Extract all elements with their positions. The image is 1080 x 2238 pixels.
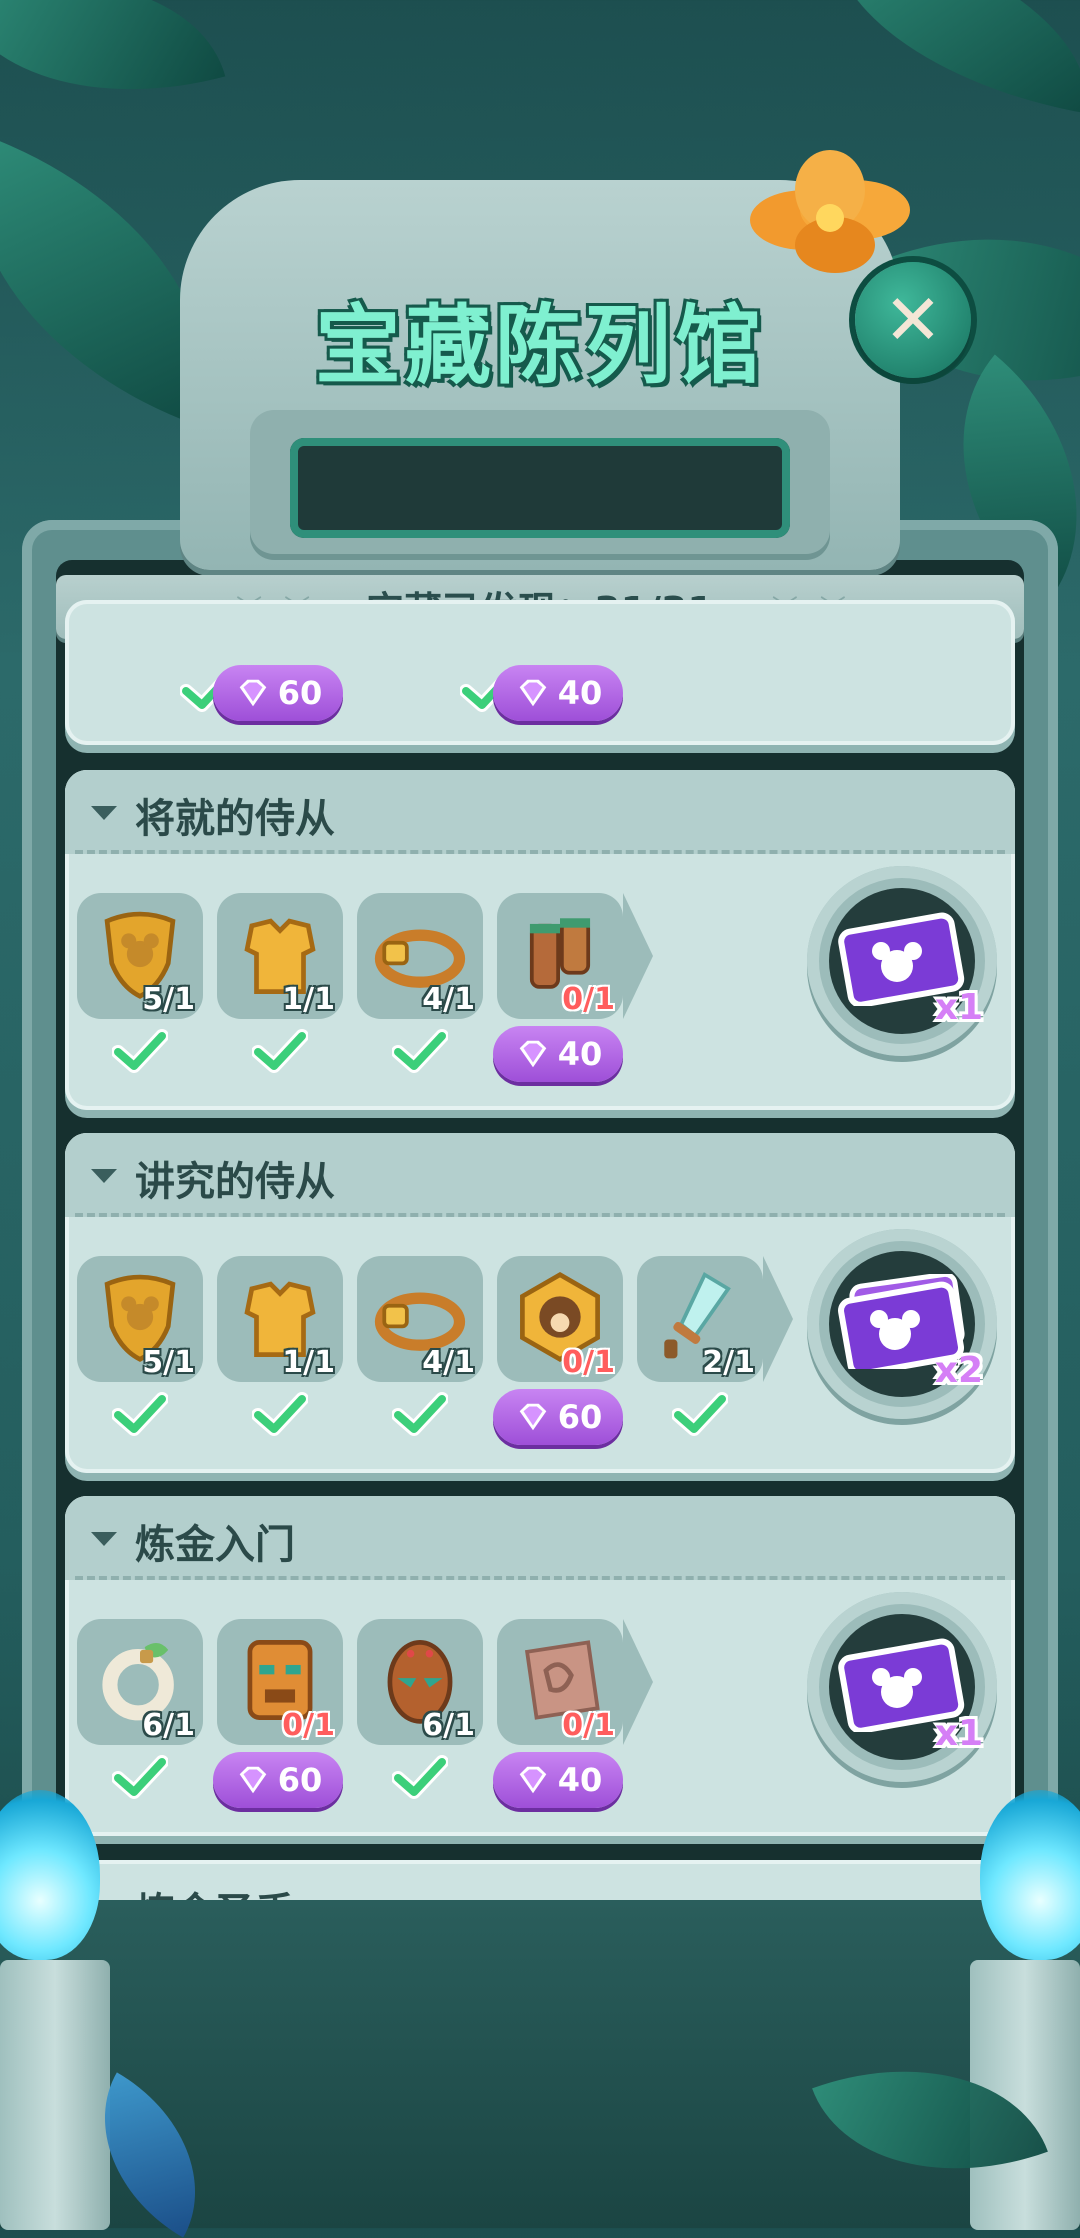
gem-icon bbox=[519, 679, 547, 707]
item-slot-belt[interactable]: 4/1 bbox=[357, 1256, 483, 1382]
item-slot-shield[interactable]: 5/1 bbox=[77, 893, 203, 1019]
collection-card-partial: 60 40 bbox=[65, 600, 1015, 745]
gem-cost: 40 bbox=[557, 674, 603, 712]
item-count: 0/1 bbox=[282, 1708, 335, 1743]
item-count: 2/1 bbox=[702, 1345, 755, 1380]
collection-card: 讲究的侍从 5/1 1/1 4/1 0/1 2/1 60 x2 bbox=[65, 1133, 1015, 1473]
buy-with-gems-button[interactable]: 60 bbox=[213, 1752, 343, 1808]
card-header[interactable]: 炼金入门 bbox=[65, 1496, 1015, 1580]
check-icon bbox=[110, 1026, 170, 1076]
card-title: 炼金入门 bbox=[135, 1522, 295, 1568]
gem-cost: 40 bbox=[557, 1035, 603, 1073]
item-count: 6/1 bbox=[142, 1708, 195, 1743]
buy-with-gems-button[interactable]: 40 bbox=[493, 1026, 623, 1082]
item-count: 4/1 bbox=[422, 982, 475, 1017]
item-count: 5/1 bbox=[142, 982, 195, 1017]
item-slot-totem-mask[interactable]: 0/1 bbox=[217, 1619, 343, 1745]
row-arrow-tip bbox=[763, 1256, 793, 1382]
item-count: 0/1 bbox=[562, 1345, 615, 1380]
chevron-down-icon bbox=[91, 806, 117, 820]
item-slot-belt[interactable]: 4/1 bbox=[357, 893, 483, 1019]
item-count: 0/1 bbox=[562, 982, 615, 1017]
check-icon bbox=[390, 1389, 450, 1439]
item-slot-shield[interactable]: 5/1 bbox=[77, 1256, 203, 1382]
item-count: 6/1 bbox=[422, 1708, 475, 1743]
collection-card: 将就的侍从 5/1 1/1 4/1 0/1 40 x1 bbox=[65, 770, 1015, 1110]
card-header[interactable]: 将就的侍从 bbox=[65, 770, 1015, 854]
item-count: 1/1 bbox=[282, 1345, 335, 1380]
collection-reward[interactable]: x1 bbox=[807, 866, 997, 1056]
item-slot-sword[interactable]: 2/1 bbox=[637, 1256, 763, 1382]
item-count: 0/1 bbox=[562, 1708, 615, 1743]
item-count: 5/1 bbox=[142, 1345, 195, 1380]
title-stone-slot bbox=[290, 438, 790, 538]
check-icon bbox=[390, 1752, 450, 1802]
item-slot-ring[interactable]: 6/1 bbox=[77, 1619, 203, 1745]
reward-multiplier: x2 bbox=[934, 1350, 983, 1391]
close-button[interactable]: ✕ bbox=[855, 262, 971, 378]
check-icon bbox=[390, 1026, 450, 1076]
left-pillar bbox=[0, 1960, 110, 2230]
buy-with-gems-button[interactable]: 40 bbox=[493, 665, 623, 721]
item-slot-tribal-mask[interactable]: 6/1 bbox=[357, 1619, 483, 1745]
buy-with-gems-button[interactable]: 60 bbox=[493, 1389, 623, 1445]
card-title: 将就的侍从 bbox=[135, 796, 335, 842]
buy-with-gems-button[interactable]: 40 bbox=[493, 1752, 623, 1808]
chevron-down-icon bbox=[91, 1169, 117, 1183]
gem-icon bbox=[239, 679, 267, 707]
card-title: 讲究的侍从 bbox=[135, 1159, 335, 1205]
check-icon bbox=[250, 1389, 310, 1439]
item-slot-stone-tablet[interactable]: 0/1 bbox=[497, 1619, 623, 1745]
gem-cost: 60 bbox=[557, 1398, 603, 1436]
reward-multiplier: x1 bbox=[934, 987, 983, 1028]
page-title: 宝藏陈列馆 bbox=[315, 296, 765, 396]
gem-icon bbox=[519, 1766, 547, 1794]
row-arrow-tip bbox=[623, 1619, 653, 1745]
gem-cost: 60 bbox=[277, 1761, 323, 1799]
item-slot-medallion[interactable]: 0/1 bbox=[497, 1256, 623, 1382]
gem-icon bbox=[519, 1040, 547, 1068]
reward-multiplier: x1 bbox=[934, 1713, 983, 1754]
item-slot-boots[interactable]: 0/1 bbox=[497, 893, 623, 1019]
gem-cost: 40 bbox=[557, 1761, 603, 1799]
item-count: 1/1 bbox=[282, 982, 335, 1017]
check-icon bbox=[670, 1389, 730, 1439]
collection-reward[interactable]: x1 bbox=[807, 1592, 997, 1782]
row-arrow-tip bbox=[623, 893, 653, 1019]
close-icon: ✕ bbox=[883, 279, 943, 361]
buy-with-gems-button[interactable]: 60 bbox=[213, 665, 343, 721]
collection-reward[interactable]: x2 bbox=[807, 1229, 997, 1419]
check-icon bbox=[110, 1752, 170, 1802]
item-count: 4/1 bbox=[422, 1345, 475, 1380]
gem-icon bbox=[519, 1403, 547, 1431]
item-slot-armor[interactable]: 1/1 bbox=[217, 1256, 343, 1382]
check-icon bbox=[250, 1026, 310, 1076]
gem-cost: 60 bbox=[277, 674, 323, 712]
check-icon bbox=[110, 1389, 170, 1439]
flower-decoration bbox=[750, 150, 910, 273]
item-slot-armor[interactable]: 1/1 bbox=[217, 893, 343, 1019]
leaf-decoration bbox=[0, 0, 226, 139]
gem-icon bbox=[239, 1766, 267, 1794]
leaf-decoration bbox=[809, 0, 1080, 114]
chevron-down-icon bbox=[91, 1532, 117, 1546]
collection-card: 炼金入门 6/1 0/1 6/1 0/1 60 40 x1 bbox=[65, 1496, 1015, 1836]
card-header[interactable]: 讲究的侍从 bbox=[65, 1133, 1015, 1217]
